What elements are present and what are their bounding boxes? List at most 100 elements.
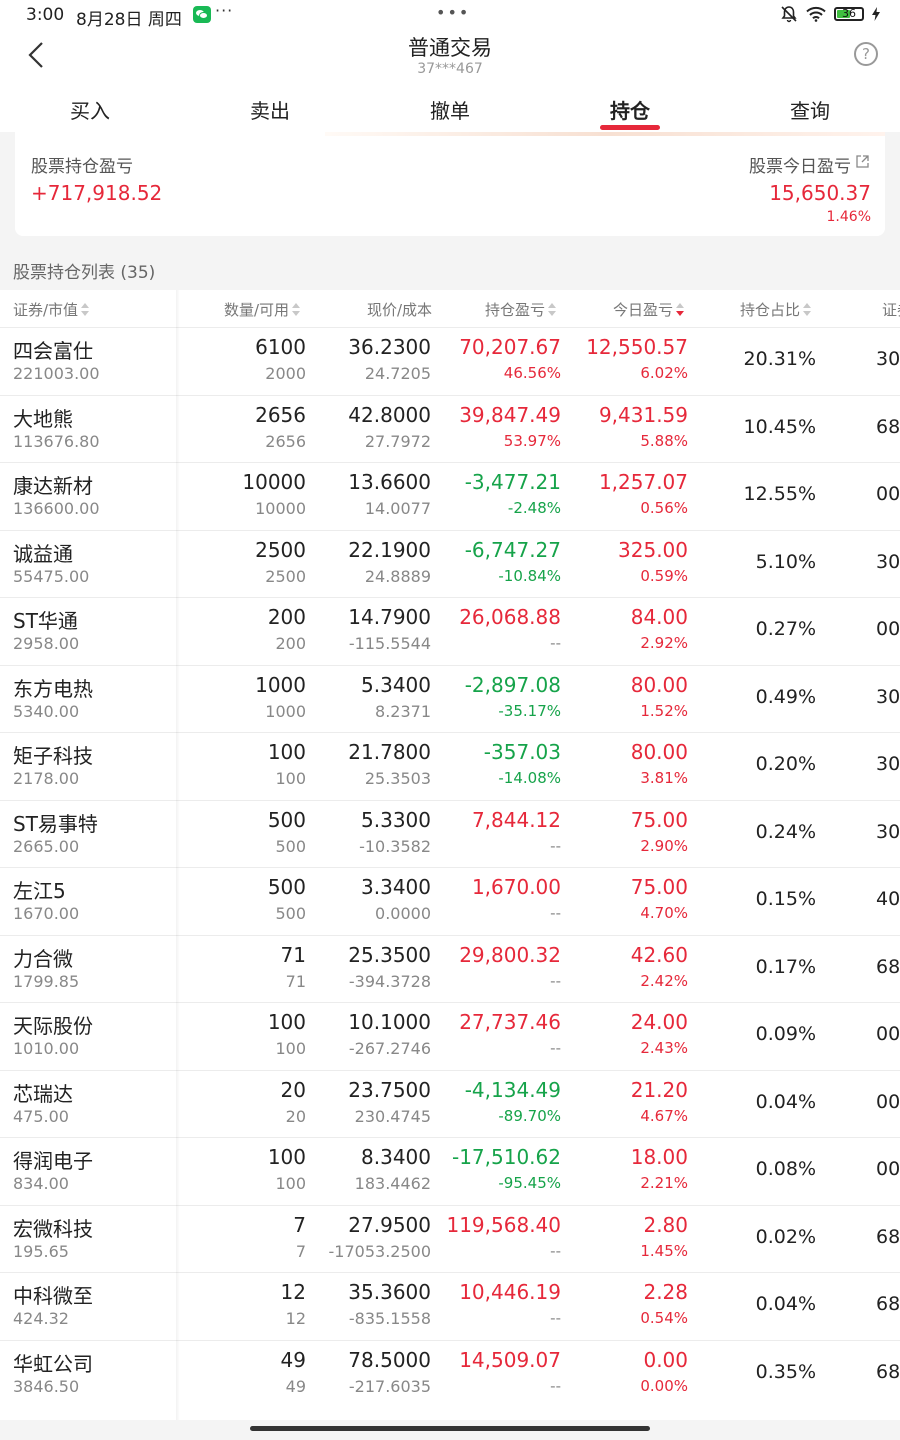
- stock-name: 大地熊: [13, 406, 73, 431]
- today-pnl: 24.00: [630, 1010, 688, 1034]
- stock-name: 华虹公司: [13, 1351, 93, 1376]
- header-security[interactable]: 证券/市值: [13, 299, 90, 320]
- position-pnl: 26,068.88: [459, 605, 561, 629]
- current-price: 25.3500: [348, 942, 431, 967]
- today-pnl: 80.00: [630, 740, 688, 764]
- status-icons: 36: [780, 5, 880, 23]
- active-tab-indicator: [600, 125, 660, 130]
- quantity: 100: [267, 1010, 306, 1034]
- market-value: 1799.85: [13, 971, 80, 991]
- security-code: 002: [876, 1023, 900, 1045]
- help-icon[interactable]: ?: [854, 42, 878, 66]
- today-pnl-label[interactable]: 股票今日盈亏: [749, 152, 851, 177]
- today-pnl-percent: 1.45%: [640, 1241, 688, 1260]
- multitask-dots-icon[interactable]: •••: [436, 3, 470, 22]
- position-pnl-percent: -95.45%: [498, 1174, 561, 1192]
- positions-table[interactable]: 证券/市值 数量/可用 现价/成本 持仓盈亏 今日盈亏 持仓占比 证券 四会富仕…: [0, 290, 900, 1420]
- quantity: 1000: [255, 672, 306, 697]
- position-pnl-value: +717,918.52: [31, 181, 163, 205]
- header-position-ratio[interactable]: 持仓占比: [740, 299, 812, 320]
- current-price: 23.7500: [348, 1077, 431, 1102]
- stock-name: 天际股份: [13, 1014, 93, 1038]
- position-pnl: -6,747.27: [464, 537, 561, 562]
- mute-bell-icon: [781, 6, 797, 23]
- quantity: 6100: [255, 335, 306, 359]
- available-quantity: 100: [275, 1039, 306, 1058]
- position-pnl: 27,737.46: [459, 1010, 561, 1034]
- tab-sell[interactable]: 卖出: [180, 82, 360, 132]
- header-quantity[interactable]: 数量/可用: [224, 299, 301, 320]
- tab-positions[interactable]: 持仓: [540, 82, 720, 132]
- position-ratio: 20.31%: [743, 348, 816, 370]
- table-row[interactable]: 力合微 1799.85 71 71 25.3500 -394.3728 29,800.32 -…: [0, 934, 900, 1003]
- position-ratio: 0.24%: [755, 820, 816, 843]
- quantity: 10000: [242, 470, 306, 494]
- current-price: 21.7800: [348, 740, 431, 764]
- security-code: 400: [876, 888, 900, 910]
- table-row[interactable]: 东方电热 5340.00 1000 1000 5.3400 8.2371 -2,897.08…: [0, 664, 900, 733]
- position-ratio: 0.02%: [755, 1225, 816, 1248]
- market-value: 136600.00: [13, 499, 100, 518]
- table-row[interactable]: 得润电子 834.00 100 100 8.3400 183.4462 -17,510.62…: [0, 1137, 900, 1205]
- tab-buy[interactable]: 买入: [0, 82, 180, 132]
- today-pnl-percent: 0.54%: [640, 1309, 688, 1327]
- current-price: 35.3600: [348, 1280, 431, 1304]
- header-code[interactable]: 证券: [882, 299, 900, 320]
- position-pnl-percent: 53.97%: [503, 431, 561, 450]
- table-row[interactable]: 诚益通 55475.00 2500 2500 22.1900 24.8889 -6,747.…: [0, 529, 900, 598]
- cost-price: -835.1558: [348, 1309, 431, 1328]
- tab-cancel[interactable]: 撤单: [360, 82, 540, 132]
- market-value: 1670.00: [13, 904, 80, 923]
- cost-price: -17053.2500: [328, 1241, 431, 1261]
- table-row[interactable]: 大地熊 113676.80 2656 2656 42.8000 27.7972 39,847…: [0, 394, 900, 463]
- position-pnl: 14,509.07: [459, 1347, 561, 1372]
- position-pnl-percent: --: [550, 634, 561, 652]
- today-pnl: 75.00: [630, 807, 688, 832]
- position-ratio: 0.49%: [755, 685, 816, 708]
- table-row[interactable]: 康达新材 136600.00 10000 10000 13.6600 14.0077 -3,…: [0, 462, 900, 530]
- position-pnl-percent: --: [550, 1309, 561, 1327]
- table-row[interactable]: ST易事特 2665.00 500 500 5.3300 -10.3582 7,844.12…: [0, 799, 900, 868]
- today-pnl-percent: 2.42%: [640, 971, 688, 990]
- header-today-pnl[interactable]: 今日盈亏: [613, 299, 685, 320]
- table-row[interactable]: 芯瑞达 475.00 20 20 23.7500 230.4745 -4,134.49 -89…: [0, 1069, 900, 1138]
- table-row[interactable]: 左江5 1670.00 500 500 3.3400 0.0000 1,670.00 -- 75…: [0, 867, 900, 935]
- today-pnl-percent: 2.43%: [640, 1039, 688, 1057]
- market-value: 2178.00: [13, 769, 80, 788]
- stock-name: ST易事特: [13, 811, 98, 836]
- quantity: 2656: [255, 402, 306, 427]
- table-header: 证券/市值 数量/可用 现价/成本 持仓盈亏 今日盈亏 持仓占比 证券: [0, 290, 900, 327]
- table-row[interactable]: 矩子科技 2178.00 100 100 21.7800 25.3503 -357.03 -1…: [0, 732, 900, 800]
- position-pnl-percent: -2.48%: [507, 499, 561, 517]
- today-pnl-percent: 2.92%: [640, 634, 688, 652]
- charging-icon: [872, 7, 880, 21]
- today-pnl: 9,431.59: [598, 402, 688, 427]
- position-pnl-label: 股票持仓盈亏: [31, 157, 133, 177]
- position-pnl: -2,897.08: [464, 672, 561, 697]
- table-row[interactable]: 宏微科技 195.65 7 7 27.9500 -17053.2500 119,568.40…: [0, 1204, 900, 1273]
- quantity: 12: [280, 1280, 306, 1304]
- position-ratio: 0.20%: [755, 753, 816, 775]
- header-position-pnl[interactable]: 持仓盈亏: [485, 299, 557, 320]
- market-value: 1010.00: [13, 1039, 80, 1058]
- table-row[interactable]: 中科微至 424.32 12 12 35.3600 -835.1558 10,446.19 -…: [0, 1272, 900, 1340]
- today-pnl: 18.00: [630, 1145, 688, 1169]
- tab-query[interactable]: 查询: [720, 82, 900, 132]
- position-pnl: -357.03: [483, 740, 561, 764]
- table-row[interactable]: 华虹公司 3846.50 49 49 78.5000 -217.6035 14,509.07…: [0, 1339, 900, 1408]
- cost-price: 0.0000: [375, 904, 431, 923]
- home-indicator[interactable]: [250, 1426, 650, 1431]
- today-pnl-percent: 4.67%: [640, 1106, 688, 1125]
- external-link-icon[interactable]: [855, 154, 870, 169]
- today-pnl: 1,257.07: [598, 470, 688, 494]
- table-row[interactable]: 天际股份 1010.00 100 100 10.1000 -267.2746 27,737.…: [0, 1002, 900, 1070]
- sort-icon: [292, 303, 301, 317]
- table-row[interactable]: ST华通 2958.00 200 200 14.7900 -115.5544 26,068.…: [0, 597, 900, 665]
- current-price: 27.9500: [348, 1212, 431, 1237]
- current-price: 5.3400: [361, 672, 431, 697]
- tab-positions-label: 持仓: [610, 99, 650, 123]
- cost-price: -267.2746: [348, 1039, 431, 1058]
- wifi-icon: [806, 6, 826, 22]
- stock-name: 芯瑞达: [13, 1081, 73, 1106]
- table-row[interactable]: 四会富仕 221003.00 6100 2000 36.2300 24.7205 70,20…: [0, 327, 900, 395]
